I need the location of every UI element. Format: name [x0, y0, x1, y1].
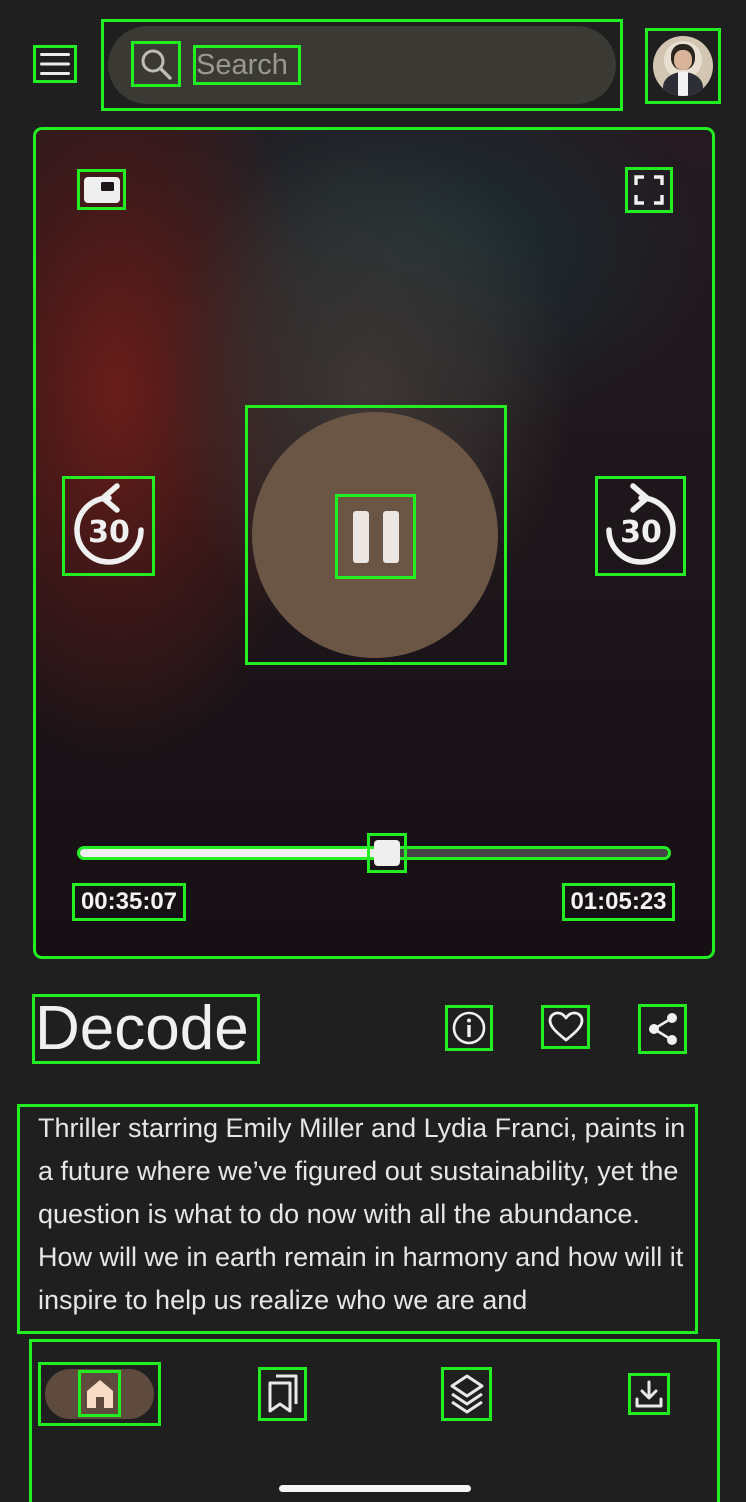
download-icon: [635, 1380, 663, 1408]
forward-30-icon: 30: [605, 483, 676, 565]
home-indicator[interactable]: [279, 1485, 471, 1492]
nav-item-library[interactable]: [258, 1367, 307, 1421]
menu-button[interactable]: [33, 45, 77, 83]
nav-item-layers[interactable]: [441, 1367, 492, 1421]
search-icon: [141, 49, 172, 80]
rewind-30-button[interactable]: 30: [62, 476, 155, 576]
fullscreen-icon: [634, 175, 664, 205]
pip-button[interactable]: [77, 169, 126, 210]
search-bar[interactable]: [101, 19, 623, 111]
nav-home-button[interactable]: [78, 1370, 121, 1417]
progress-fill: [80, 849, 387, 857]
forward-30-button[interactable]: 30: [595, 476, 686, 576]
user-avatar: [653, 36, 713, 96]
avatar[interactable]: [645, 28, 721, 104]
picture-in-picture-icon: [83, 176, 120, 203]
menu-icon: [40, 53, 70, 75]
episode-title: Decode: [32, 994, 260, 1064]
pause-icon: [352, 510, 399, 563]
home-icon: [86, 1379, 113, 1408]
total-time: 01:05:23: [562, 883, 675, 921]
search-button[interactable]: [131, 41, 181, 87]
nav-item-downloads[interactable]: [628, 1373, 670, 1415]
rewind-label: 30: [88, 515, 130, 550]
current-time: 00:35:07: [72, 883, 186, 921]
info-icon: [452, 1011, 486, 1045]
layers-icon: [450, 1374, 483, 1414]
episode-description: Thriller starring Emily Miller and Lydia…: [17, 1104, 698, 1334]
search-input[interactable]: Search: [193, 45, 301, 85]
progress-thumb[interactable]: [366, 833, 407, 873]
replay-30-icon: 30: [73, 483, 144, 565]
description-text: Thriller starring Emily Miller and Lydia…: [38, 1113, 686, 1315]
info-button[interactable]: [445, 1005, 493, 1051]
pause-button[interactable]: [335, 494, 416, 579]
share-button[interactable]: [638, 1004, 687, 1054]
heart-icon: [548, 1011, 583, 1042]
forward-label: 30: [620, 515, 662, 550]
fullscreen-button[interactable]: [625, 167, 673, 213]
share-icon: [648, 1013, 677, 1045]
library-icon: [268, 1374, 297, 1413]
search-pill: [108, 26, 616, 104]
favorite-button[interactable]: [541, 1005, 590, 1049]
